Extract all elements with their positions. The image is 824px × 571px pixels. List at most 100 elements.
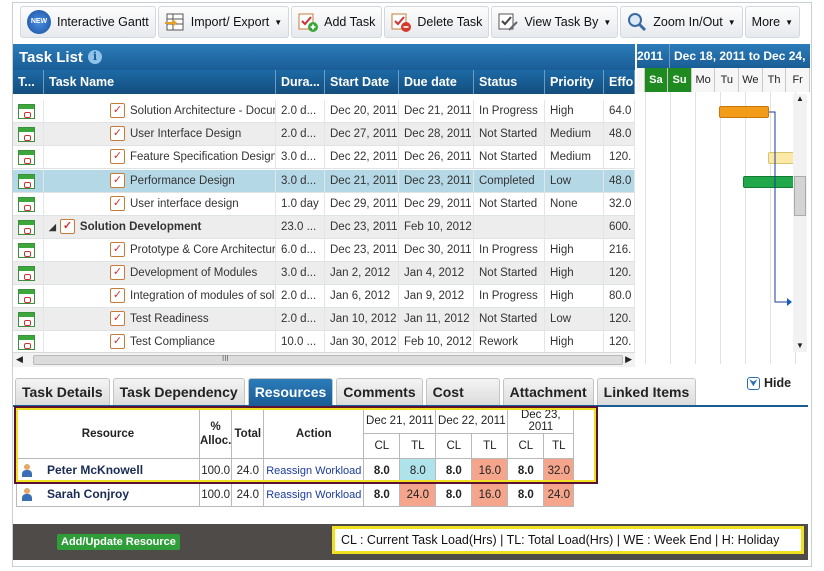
status-cell: Completed — [474, 170, 545, 192]
calendar-icon — [18, 335, 35, 350]
vertical-scroll-thumb[interactable] — [794, 176, 806, 216]
column-header-priority[interactable]: Priority — [545, 70, 604, 94]
resource-name: Peter McKnowell — [47, 462, 144, 477]
delete-task-button[interactable]: Delete Task — [384, 6, 490, 38]
table-row[interactable]: ✓ Feature Specification Design 3.0 d... D… — [13, 146, 635, 169]
resource-row[interactable]: Peter McKnowell 100.0 24.0 Reassign Work… — [16, 458, 575, 483]
tab-resources[interactable]: Resources — [247, 378, 334, 405]
resource-row[interactable]: Sarah Conjroy 100.0 24.0 Reassign Worklo… — [16, 481, 575, 507]
table-row-selected[interactable]: ✓ Performance Design 3.0 d... Dec 21, 201… — [13, 170, 635, 193]
new-badge-icon: NEW — [27, 10, 51, 34]
vertical-scrollbar[interactable]: ▲ ▼ — [793, 94, 807, 352]
start-date-cell: Dec 29, 2011 — [325, 193, 399, 215]
tl-load-cell: 24.0 — [543, 482, 575, 507]
tab-task-dependency[interactable]: Task Dependency — [112, 378, 245, 405]
gantt-dependency-lines — [769, 111, 792, 306]
task-check-icon: ✓ — [110, 196, 125, 212]
task-check-icon: ✓ — [110, 103, 125, 119]
hide-panel-button[interactable]: ⮟ Hide — [747, 376, 791, 390]
more-button[interactable]: More ▼ — [744, 6, 801, 38]
table-row[interactable]: ✓ User Interface Design 2.0 d... Dec 27, … — [13, 123, 635, 146]
table-row-group[interactable]: ◢ ✓ Solution Development 23.0 ... Dec 23, … — [13, 216, 635, 239]
date-header: Dec 21, 2011 — [363, 408, 437, 434]
tab-linked-items[interactable]: Linked Items — [596, 378, 697, 405]
task-name: Solution Development — [79, 221, 202, 233]
due-date-cell: Dec 21, 2011 — [399, 100, 474, 122]
status-cell: In Progress — [474, 100, 545, 122]
tl-load-cell: 32.0 — [543, 458, 575, 483]
task-column-headers: T... Task Name Dura... Start Date Due da… — [13, 70, 635, 94]
column-header-status[interactable]: Status — [474, 70, 545, 94]
scroll-right-arrow-icon[interactable]: ▶ — [625, 354, 632, 365]
collapse-down-icon: ⮟ — [747, 376, 760, 390]
zoom-button[interactable]: Zoom In/Out ▼ — [620, 6, 743, 38]
collapse-icon[interactable]: ◢ — [49, 222, 56, 232]
import-export-label: Import/ Export — [190, 15, 270, 29]
cl-header: CL — [507, 433, 545, 459]
task-name: Development of Modules — [130, 267, 258, 279]
task-type-cell — [13, 262, 44, 284]
status-cell: In Progress — [474, 239, 545, 261]
add-task-button[interactable]: Add Task — [291, 6, 383, 38]
import-export-button[interactable]: Import/ Export ▼ — [157, 6, 290, 38]
duration-cell: 6.0 d... — [276, 239, 325, 261]
tab-attachment[interactable]: Attachment — [502, 378, 594, 405]
horizontal-scroll-thumb[interactable]: III — [33, 354, 623, 365]
column-header-due-date[interactable]: Due date — [399, 70, 474, 94]
task-name-cell: ✓ Performance Design — [44, 170, 276, 192]
gantt-chart: 2011 Dec 18, 2011 to Dec 24, Sa Su Mo Tu … — [637, 44, 810, 364]
total-cell: 24.0 — [231, 482, 265, 507]
horizontal-scrollbar[interactable]: ◀ III ▶ — [13, 352, 635, 367]
add-update-resource-button[interactable]: Add/Update Resource — [57, 534, 180, 550]
column-header-type[interactable]: T... — [13, 70, 44, 94]
due-date-cell: Feb 10, 2012 — [399, 216, 474, 238]
gantt-day-su: Su — [668, 68, 692, 92]
table-row[interactable]: ✓ User interface design 1.0 day Dec 29, 2… — [13, 193, 635, 216]
duration-cell: 2.0 d... — [276, 285, 325, 307]
table-row[interactable]: ✓ Integration of modules of solution 2.0 … — [13, 285, 635, 308]
task-list-title: Task List — [19, 48, 83, 66]
scroll-left-arrow-icon[interactable]: ◀ — [16, 354, 23, 365]
priority-cell — [545, 216, 604, 238]
due-date-cell: Dec 28, 2011 — [399, 123, 474, 145]
calendar-icon — [18, 197, 35, 212]
task-group-icon: ✓ — [59, 219, 75, 235]
reassign-workload-link[interactable]: Reassign Workload — [263, 458, 365, 483]
table-row[interactable]: ✓ Prototype & Core Architecture 6.0 d... … — [13, 239, 635, 262]
table-row[interactable]: ✓ Solution Architecture - Document 2.0 d.… — [13, 100, 635, 123]
column-header-duration[interactable]: Dura... — [276, 70, 325, 94]
tab-cost[interactable]: Cost — [425, 378, 500, 405]
status-cell — [474, 216, 545, 238]
task-name-cell: ✓ Prototype & Core Architecture — [44, 239, 276, 261]
start-date-cell: Dec 23, 2011 — [325, 216, 399, 238]
task-check-icon: ✓ — [110, 334, 125, 350]
tab-task-details[interactable]: Task Details — [15, 378, 110, 405]
column-header-effort[interactable]: Effo — [604, 70, 635, 94]
info-icon[interactable]: i — [87, 50, 102, 64]
reassign-workload-link[interactable]: Reassign Workload — [263, 482, 365, 507]
date-header: Dec 22, 2011 — [435, 408, 509, 434]
resource-name: Sarah Conjroy — [47, 487, 130, 502]
column-header-start-date[interactable]: Start Date — [325, 70, 399, 94]
status-cell: Not Started — [474, 308, 545, 330]
task-type-cell — [13, 193, 44, 215]
tab-comments[interactable]: Comments — [336, 378, 423, 405]
scroll-up-arrow-icon[interactable]: ▲ — [796, 94, 804, 103]
duration-cell: 3.0 d... — [276, 146, 325, 168]
task-check-icon: ✓ — [110, 173, 125, 189]
view-task-by-button[interactable]: View Task By ▼ — [491, 6, 619, 38]
task-check-icon: ✓ — [110, 265, 125, 281]
cl-load-cell: 8.0 — [507, 458, 545, 483]
column-header-task-name[interactable]: Task Name — [44, 70, 276, 94]
interactive-gantt-button[interactable]: NEW Interactive Gantt — [20, 6, 156, 38]
table-row[interactable]: ✓ Test Compliance 10.0 ... Jan 30, 2012 F… — [13, 331, 635, 352]
detail-tabs: Task Details Task Dependency Resources C… — [15, 378, 699, 405]
gantt-day-we: We — [739, 68, 763, 92]
table-row[interactable]: ✓ Test Readiness 2.0 d... Jan 10, 2012 Ja… — [13, 308, 635, 331]
duration-cell: 10.0 ... — [276, 331, 325, 352]
table-row[interactable]: ✓ Development of Modules 3.0 d... Jan 2, … — [13, 262, 635, 285]
interactive-gantt-label: Interactive Gantt — [57, 15, 149, 29]
gantt-day-sa: Sa — [644, 68, 669, 92]
scroll-down-arrow-icon[interactable]: ▼ — [796, 341, 804, 350]
task-name: Feature Specification Design — [130, 151, 276, 163]
